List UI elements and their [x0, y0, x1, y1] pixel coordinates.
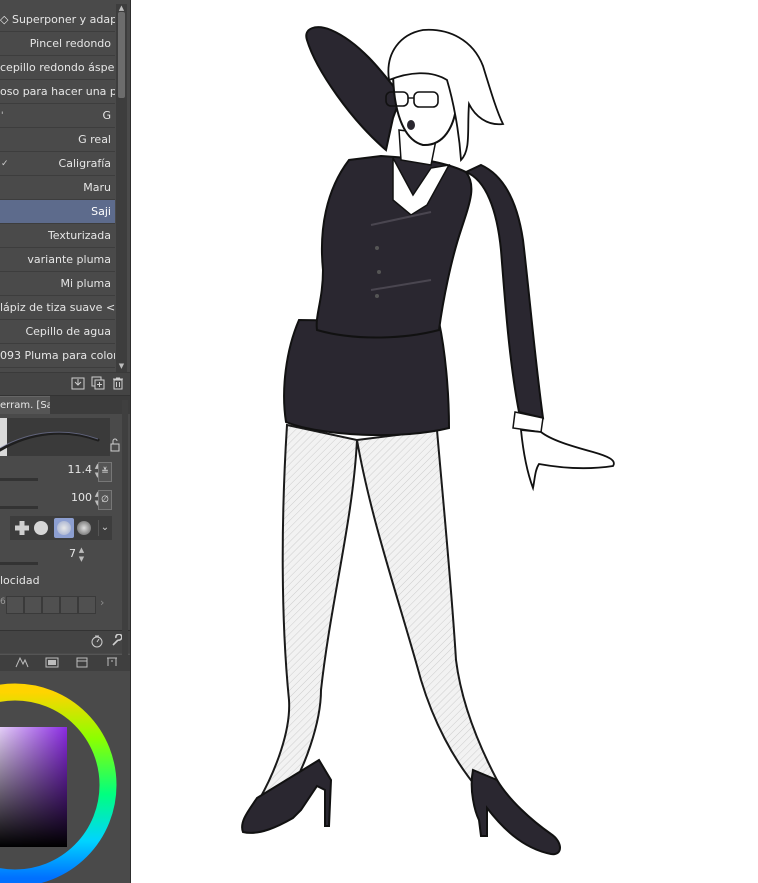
swatch[interactable]: [24, 596, 42, 614]
check-icon: ✓: [1, 159, 9, 169]
brush-label: Pincel redondo: [29, 37, 111, 50]
plus-tip-icon[interactable]: [13, 519, 31, 537]
brush-size-value[interactable]: 11.4: [68, 463, 93, 476]
brush-label: lápiz de tiza suave <3: [0, 301, 115, 314]
brush-list: ◇ Superponer y adaptar Pincel redondo ce…: [0, 8, 115, 368]
scroll-down-icon[interactable]: ▼: [117, 362, 126, 370]
lock-icon[interactable]: [110, 438, 122, 452]
stroke-preview: [0, 418, 110, 456]
brush-label: Texturizada: [47, 229, 111, 242]
chevron-right-icon[interactable]: ›: [100, 596, 104, 609]
brush-mark: ': [1, 111, 4, 121]
brush-size-slider[interactable]: [0, 478, 38, 481]
brush-label: cepillo redondo áspero: [0, 61, 115, 74]
brush-size-row[interactable]: 11.4 ▲▼ ≚: [0, 460, 112, 482]
brush-label: variante pluma: [27, 253, 111, 266]
scroll-thumb[interactable]: [118, 12, 125, 98]
brush-item-0[interactable]: ◇ Superponer y adaptar: [0, 8, 115, 32]
drawing-canvas[interactable]: [131, 0, 758, 883]
velocity-label: locidad: [0, 574, 40, 587]
brush-item-11[interactable]: Mi pluma: [0, 272, 115, 296]
brush-item-1[interactable]: Pincel redondo: [0, 32, 115, 56]
brush-item-6[interactable]: ✓ Caligrafía: [0, 152, 115, 176]
color-wheel[interactable]: [0, 671, 130, 883]
brush-label: Mi pluma: [60, 277, 111, 290]
tab-strip: [50, 396, 130, 414]
brush-label: G real: [78, 133, 111, 146]
swatch[interactable]: [78, 596, 96, 614]
color-wheel-panel: [0, 671, 130, 883]
tool-panel: ◇ Superponer y adaptar Pincel redondo ce…: [0, 0, 131, 883]
soft-tip-icon[interactable]: [77, 521, 91, 535]
brush-label: Cepillo de agua: [25, 325, 111, 338]
selected-tip-icon[interactable]: [54, 518, 74, 538]
brush-item-selected[interactable]: Saji: [0, 200, 115, 224]
brush-label: G: [102, 109, 111, 122]
color-history-icon[interactable]: [104, 655, 120, 671]
color-set-icon[interactable]: [14, 655, 30, 671]
brush-label: 093 Pluma para colorear: [0, 349, 115, 362]
brush-item-12[interactable]: lápiz de tiza suave <3: [0, 296, 115, 320]
brush-list-toolbar: [0, 372, 130, 396]
canvas-illustration: [241, 26, 615, 856]
color-tab-strip: [0, 654, 130, 672]
swatch[interactable]: [42, 596, 60, 614]
tab-subtool-detail[interactable]: erram. [Saji]: [0, 396, 50, 415]
opacity-row[interactable]: 100 ▲▼ ∅: [0, 488, 112, 510]
properties-toolbar: [0, 630, 130, 653]
swatch[interactable]: [60, 596, 78, 614]
hard-tip-icon[interactable]: [34, 521, 48, 535]
brush-label: Caligrafía: [58, 157, 111, 170]
duplicate-icon[interactable]: [90, 376, 106, 392]
brush-label: ◇ Superponer y adaptar: [0, 13, 115, 26]
approximate-color-icon[interactable]: [74, 655, 90, 671]
intermediate-color-icon[interactable]: [44, 655, 60, 671]
stabilization-value[interactable]: 7: [69, 547, 76, 560]
stabilization-slider[interactable]: [0, 562, 38, 565]
chevron-down-icon[interactable]: ⌄: [98, 520, 111, 536]
brush-item-4[interactable]: ' G: [0, 104, 115, 128]
brush-item-13[interactable]: Cepillo de agua: [0, 320, 115, 344]
brush-label: oso para hacer una pint: [0, 85, 115, 98]
brush-item-5[interactable]: G real: [0, 128, 115, 152]
download-icon[interactable]: [70, 376, 86, 392]
brush-item-7[interactable]: Maru: [0, 176, 115, 200]
trash-icon[interactable]: [110, 376, 126, 392]
swatch[interactable]: [6, 596, 24, 614]
spin-icon[interactable]: ▲▼: [77, 546, 86, 564]
stabilization-row[interactable]: 7 ▲ ▼: [0, 544, 112, 566]
swatch-count: 6: [0, 597, 6, 607]
brush-item-14[interactable]: 093 Pluma para colorear: [0, 344, 115, 368]
brush-tip-shapes: ⌄: [10, 516, 112, 540]
scroll-up-icon[interactable]: ▲: [117, 4, 126, 12]
swatch-row: 6 ›: [0, 596, 112, 614]
opacity-value[interactable]: 100: [71, 491, 92, 504]
brush-item-9[interactable]: Texturizada: [0, 224, 115, 248]
tool-properties: 11.4 ▲▼ ≚ 100 ▲▼ ∅ ⌄ 7 ▲▼ lo: [0, 414, 130, 630]
opacity-effect-icon[interactable]: ∅: [98, 490, 112, 510]
brush-item-10[interactable]: variante pluma: [0, 248, 115, 272]
panel-scrollbar[interactable]: [122, 400, 128, 660]
brush-list-scrollbar[interactable]: ▲ ▼: [116, 4, 127, 372]
reset-icon[interactable]: [89, 634, 105, 650]
brush-label: Saji: [91, 205, 111, 218]
brush-label: Maru: [83, 181, 111, 194]
pressure-icon[interactable]: ≚: [98, 462, 112, 482]
brush-item-3[interactable]: oso para hacer una pint: [0, 80, 115, 104]
brush-item-2[interactable]: cepillo redondo áspero: [0, 56, 115, 80]
opacity-slider[interactable]: [0, 506, 38, 509]
